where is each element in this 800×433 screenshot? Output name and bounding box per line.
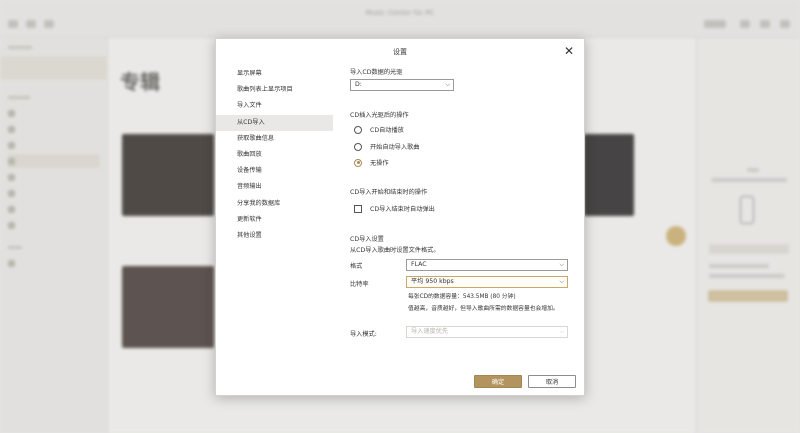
nav-item-device-transfer[interactable]: 设备传输 <box>216 163 333 179</box>
radio-auto-import[interactable]: 开始自动导入歌曲 <box>354 142 420 151</box>
import-mode-select[interactable]: 导入速度优先 ⌵ <box>406 326 568 338</box>
nav-item-share-database[interactable]: 分享我的数据库 <box>216 196 333 212</box>
bitrate-label: 比特率 <box>350 281 369 288</box>
drive-section-label: 导入CD数据的光驱 <box>350 69 403 76</box>
radio-auto-import-label: 开始自动导入歌曲 <box>370 144 420 151</box>
cancel-button[interactable]: 取消 <box>528 375 576 388</box>
ok-button[interactable]: 确定 <box>474 375 522 388</box>
capacity-note: 每张CD的数据容量：543.5MB (80 分钟) <box>408 294 516 300</box>
bitrate-select-value: 平均 950 kbps <box>411 278 454 285</box>
nav-item-other-settings[interactable]: 其他设置 <box>216 228 333 244</box>
drive-select[interactable]: D: ⌵ <box>350 79 454 91</box>
start-end-action-label: CD导入开始和结束时的操作 <box>350 189 428 196</box>
settings-nav: 显示屏幕 歌曲列表上显示项目 导入文件 从CD导入 获取歌曲信息 歌曲回放 设备… <box>216 66 333 244</box>
radio-autoplay[interactable]: CD自动播放 <box>354 125 404 134</box>
import-settings-label: CD导入设置 <box>350 236 384 243</box>
nav-item-import-files[interactable]: 导入文件 <box>216 98 333 114</box>
import-mode-label: 导入模式: <box>350 331 377 338</box>
radio-autoplay-label: CD自动播放 <box>370 127 404 134</box>
format-select-value: FLAC <box>411 261 427 268</box>
auto-eject-checkbox[interactable] <box>354 204 362 213</box>
format-select[interactable]: FLAC ⌵ <box>406 259 568 271</box>
nav-item-song-list-columns[interactable]: 歌曲列表上显示项目 <box>216 82 333 98</box>
settings-content: 导入CD数据的光驱 D: ⌵ CD插入光驱后的操作 CD自动播放 开始自动导入歌… <box>350 39 576 397</box>
chevron-down-icon: ⌵ <box>445 81 450 88</box>
chevron-down-icon: ⌵ <box>559 261 564 268</box>
chevron-down-icon: ⌵ <box>559 278 564 285</box>
format-label: 格式 <box>350 263 363 270</box>
drive-select-value: D: <box>355 81 362 88</box>
radio-button-selected[interactable] <box>354 158 362 167</box>
nav-item-import-from-cd[interactable]: 从CD导入 <box>216 114 333 131</box>
auto-eject-option[interactable]: CD导入结束时自动弹出 <box>354 204 435 213</box>
chevron-down-icon: ⌵ <box>559 328 564 335</box>
radio-button[interactable] <box>354 125 362 134</box>
settings-dialog: 设置 ✕ 显示屏幕 歌曲列表上显示项目 导入文件 从CD导入 获取歌曲信息 歌曲… <box>215 38 585 396</box>
nav-item-get-song-info[interactable]: 获取歌曲信息 <box>216 131 333 147</box>
nav-item-playback[interactable]: 歌曲回放 <box>216 147 333 163</box>
radio-no-action[interactable]: 无操作 <box>354 158 389 167</box>
auto-eject-label: CD导入结束时自动弹出 <box>370 206 435 213</box>
nav-item-display[interactable]: 显示屏幕 <box>216 66 333 82</box>
radio-button[interactable] <box>354 142 362 151</box>
quality-note: 值越高，音质越好，但导入歌曲所需的数据容量也会增加。 <box>408 306 559 312</box>
radio-no-action-label: 无操作 <box>370 160 389 167</box>
insert-action-label: CD插入光驱后的操作 <box>350 112 409 119</box>
import-mode-select-value: 导入速度优先 <box>411 328 449 335</box>
nav-item-audio-output[interactable]: 音频输出 <box>216 179 333 195</box>
import-settings-description: 从CD导入歌曲时设置文件格式。 <box>350 247 440 254</box>
bitrate-select[interactable]: 平均 950 kbps ⌵ <box>406 276 568 288</box>
nav-item-update-software[interactable]: 更新软件 <box>216 212 333 228</box>
